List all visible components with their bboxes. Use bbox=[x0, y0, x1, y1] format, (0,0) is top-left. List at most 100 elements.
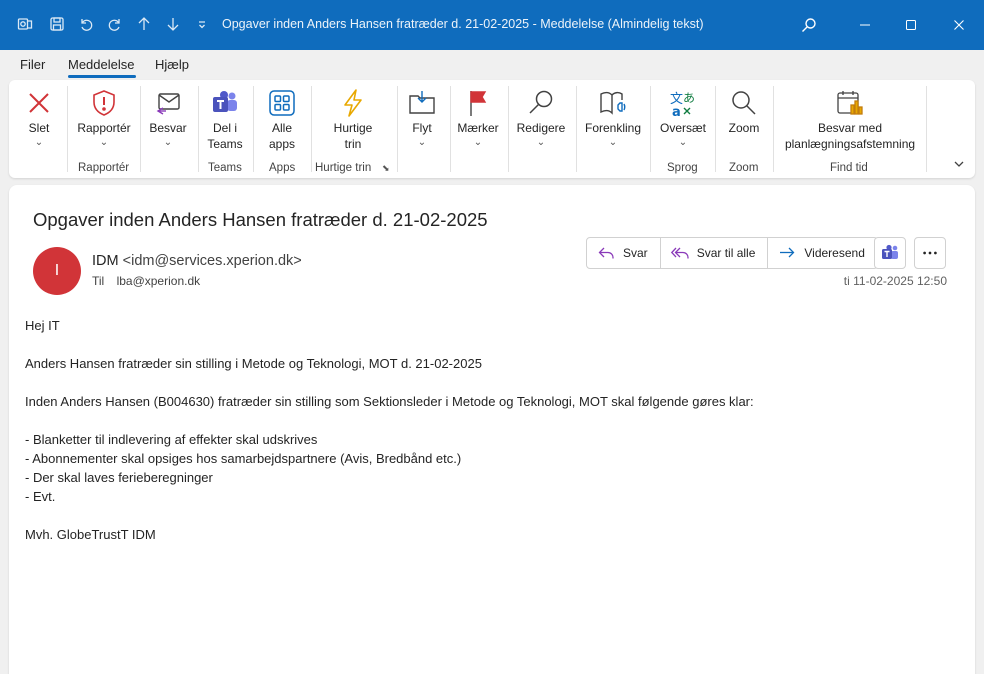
teams-icon bbox=[882, 244, 898, 259]
immersive-label: Forenkling bbox=[584, 121, 642, 135]
share-teams-label: Del i Teams bbox=[207, 121, 243, 151]
report-button[interactable]: Rapportér ⌄ bbox=[73, 86, 135, 148]
sender-email: <idm@services.xperion.dk> bbox=[122, 253, 302, 269]
separator bbox=[773, 86, 774, 172]
body-line bbox=[25, 506, 754, 525]
search-icon[interactable] bbox=[786, 0, 832, 50]
arrow-down-icon[interactable] bbox=[162, 13, 184, 35]
delete-x-icon bbox=[24, 86, 54, 120]
redo-icon[interactable] bbox=[104, 13, 126, 35]
avatar-initial: I bbox=[54, 262, 60, 279]
outlook-app-icon bbox=[14, 13, 36, 35]
lightning-icon bbox=[338, 86, 368, 120]
move-label: Flyt bbox=[412, 121, 432, 135]
zoom-button[interactable]: Zoom bbox=[725, 86, 763, 136]
menu-help[interactable]: Hjælp bbox=[155, 57, 189, 72]
reply-label: Besvar bbox=[149, 121, 187, 135]
menu-file[interactable]: Filer bbox=[20, 57, 45, 72]
message-subject: Opgaver inden Anders Hansen fratræder d.… bbox=[33, 209, 488, 230]
teams-share-button[interactable] bbox=[874, 237, 906, 269]
body-line bbox=[25, 373, 754, 392]
forward-button[interactable]: Videresend bbox=[768, 238, 877, 268]
separator bbox=[508, 86, 509, 172]
received-date: ti 11-02-2025 12:50 bbox=[843, 274, 947, 288]
edit-button[interactable]: Redigere ⌄ bbox=[515, 86, 567, 148]
share-to-teams-button[interactable]: Del i Teams bbox=[203, 86, 247, 152]
reply-all-label: Svar til alle bbox=[696, 246, 756, 260]
reply-all-icon bbox=[670, 247, 689, 259]
maximize-button[interactable] bbox=[888, 0, 934, 50]
more-actions-button[interactable] bbox=[914, 237, 946, 269]
move-button[interactable]: Flyt ⌄ bbox=[407, 86, 437, 148]
ribbon: Slet ⌄ Rapportér ⌄ Rapportér Besvar ⌄ De… bbox=[9, 80, 975, 178]
immersive-reader-button[interactable]: Forenkling ⌄ bbox=[583, 86, 643, 148]
menu-bar: Filer Meddelelse Hjælp bbox=[0, 50, 984, 78]
reply-label: Svar bbox=[623, 246, 648, 260]
tags-button[interactable]: Mærker ⌄ bbox=[456, 86, 500, 148]
chevron-down-icon: ⌄ bbox=[417, 137, 427, 148]
search-edit-icon bbox=[526, 86, 556, 120]
forward-icon bbox=[780, 247, 795, 258]
dialog-launcher-icon[interactable]: ⬊ bbox=[382, 163, 390, 174]
delete-button[interactable]: Slet ⌄ bbox=[23, 86, 55, 148]
reply-button[interactable]: Svar bbox=[587, 238, 661, 268]
edit-label: Redigere bbox=[516, 121, 566, 135]
chevron-down-icon: ⌄ bbox=[678, 137, 688, 148]
shield-alert-icon bbox=[89, 86, 119, 120]
menu-message[interactable]: Meddelelse bbox=[68, 57, 135, 72]
customize-toolbar-icon[interactable] bbox=[191, 13, 213, 35]
quick-steps-button[interactable]: Hurtige trin bbox=[327, 86, 379, 152]
svg-text:a: a bbox=[672, 105, 681, 118]
calendar-poll-icon bbox=[835, 86, 865, 120]
forward-label: Videresend bbox=[804, 246, 865, 260]
reply-dropdown-button[interactable]: Besvar ⌄ bbox=[147, 86, 189, 148]
chevron-down-icon: ⌄ bbox=[99, 137, 109, 148]
chevron-down-icon: ⌄ bbox=[34, 137, 44, 148]
body-line bbox=[25, 411, 754, 430]
title-bar: Opgaver inden Anders Hansen fratræder d.… bbox=[0, 0, 984, 50]
meeting-poll-button[interactable]: Besvar med planlægningsafstemning bbox=[779, 86, 921, 152]
body-line: - Der skal laves ferieberegninger bbox=[25, 470, 213, 485]
magnifier-icon bbox=[729, 86, 759, 120]
translate-icon: 文あa bbox=[668, 86, 698, 120]
close-button[interactable] bbox=[936, 0, 982, 50]
sender-line[interactable]: IDM <idm@services.xperion.dk> bbox=[92, 253, 302, 269]
save-icon[interactable] bbox=[46, 13, 68, 35]
folder-move-icon bbox=[407, 86, 437, 120]
more-ellipsis-icon bbox=[923, 251, 937, 255]
apps-grid-icon bbox=[267, 86, 297, 120]
separator bbox=[397, 86, 398, 172]
group-label-report: Rapportér bbox=[78, 162, 130, 174]
minimize-button[interactable] bbox=[842, 0, 888, 50]
separator bbox=[450, 86, 451, 172]
message-actions: Svar Svar til alle Videresend bbox=[586, 237, 878, 269]
body-line: Hej IT bbox=[25, 318, 60, 333]
translate-label: Oversæt bbox=[659, 121, 706, 135]
flag-icon bbox=[463, 86, 493, 120]
sender-name: IDM bbox=[92, 253, 119, 269]
immersive-reader-icon bbox=[598, 86, 628, 120]
meeting-poll-label: Besvar med planlægningsafstemning bbox=[784, 121, 916, 151]
reply-all-button[interactable]: Svar til alle bbox=[661, 238, 769, 268]
expand-ribbon-chevron-icon[interactable] bbox=[951, 156, 967, 172]
reading-pane: Opgaver inden Anders Hansen fratræder d.… bbox=[9, 185, 975, 674]
separator bbox=[311, 86, 312, 172]
arrow-up-icon[interactable] bbox=[133, 13, 155, 35]
body-line: - Evt. bbox=[25, 489, 56, 504]
window-title: Opgaver inden Anders Hansen fratræder d.… bbox=[222, 17, 704, 31]
message-body: Hej IT Anders Hansen fratræder sin still… bbox=[25, 316, 754, 544]
recipient-address[interactable]: lba@xperion.dk bbox=[117, 274, 201, 288]
separator bbox=[67, 86, 68, 172]
separator bbox=[198, 86, 199, 172]
all-apps-button[interactable]: Alle apps bbox=[261, 86, 303, 152]
zoom-label: Zoom bbox=[728, 121, 760, 135]
separator bbox=[576, 86, 577, 172]
body-line: Mvh. GlobeTrustT IDM bbox=[25, 527, 156, 542]
tags-label: Mærker bbox=[457, 121, 499, 135]
active-tab-indicator bbox=[68, 75, 136, 78]
sender-avatar[interactable]: I bbox=[33, 247, 81, 295]
translate-button[interactable]: 文あa Oversæt ⌄ bbox=[659, 86, 707, 148]
undo-icon[interactable] bbox=[75, 13, 97, 35]
body-line bbox=[25, 335, 754, 354]
group-label-language: Sprog bbox=[667, 162, 698, 174]
